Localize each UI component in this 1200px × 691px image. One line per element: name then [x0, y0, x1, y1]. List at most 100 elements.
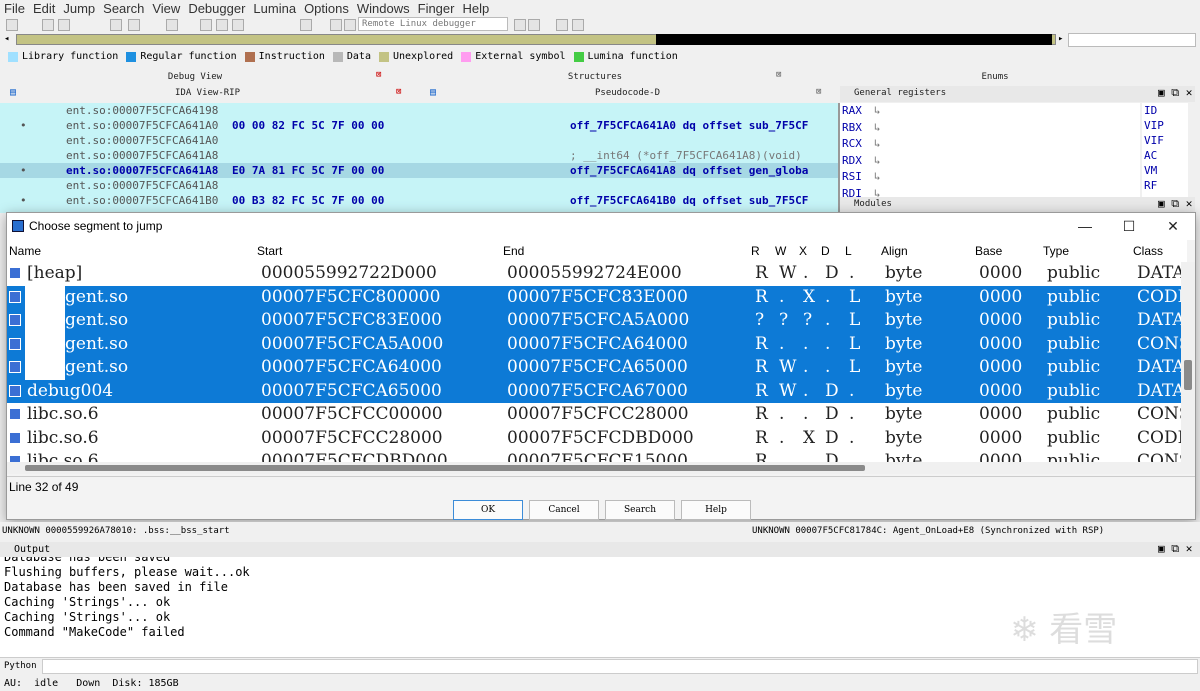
table-row[interactable]: [heap] 000055992722D000 000055992724E000 R W…: [7, 262, 1181, 286]
disasm-line[interactable]: ent.so:00007F5CFCA64198: [0, 103, 838, 118]
ok-button[interactable]: OK: [453, 500, 523, 520]
window-controls-icon[interactable]: ▣ ⧉ ✕: [1158, 197, 1192, 211]
menu-jump[interactable]: Jump: [59, 0, 99, 17]
close-button[interactable]: ✕: [1151, 213, 1195, 240]
nav-right-arrow[interactable]: ▸: [1058, 34, 1068, 45]
proximity-icon[interactable]: [216, 19, 228, 31]
registers-scrollbar[interactable]: [1188, 103, 1198, 198]
tab-debug-view[interactable]: Debug View: [0, 70, 390, 84]
column-header-r[interactable]: R: [751, 240, 760, 262]
disasm-line[interactable]: ent.so:00007F5CFCA641A8 ; __int64 (*off_7…: [0, 148, 838, 163]
cell-end: 00007F5CFCE15000: [507, 451, 688, 462]
menu-windows[interactable]: Windows: [353, 0, 414, 17]
horizontal-scrollbar[interactable]: [7, 462, 1181, 474]
column-header-l[interactable]: L: [845, 240, 852, 262]
register-jump-icon[interactable]: ↳: [874, 104, 881, 117]
column-header-base[interactable]: Base: [975, 240, 1002, 262]
column-header-w[interactable]: W: [775, 240, 786, 262]
search-button[interactable]: Search: [605, 500, 675, 520]
graph-icon[interactable]: [200, 19, 212, 31]
column-header-start[interactable]: Start: [257, 240, 282, 262]
cancel-button[interactable]: Cancel: [529, 500, 599, 520]
window-controls-icon[interactable]: ▣ ⧉ ✕: [1158, 86, 1192, 100]
column-header-align[interactable]: Align: [881, 240, 908, 262]
register-row[interactable]: RSI ↳: [840, 169, 1140, 186]
register-row[interactable]: RBX ↳: [840, 120, 1140, 137]
segment-table[interactable]: [heap] 000055992722D000 000055992724E000 R W…: [7, 262, 1181, 462]
menu-debugger[interactable]: Debugger: [184, 0, 249, 17]
disasm-line[interactable]: • ent.so:00007F5CFCA641A0 00 00 82 FC 5C 7…: [0, 118, 838, 133]
breakpoint-icon[interactable]: [556, 19, 568, 31]
menu-finger[interactable]: Finger: [414, 0, 459, 17]
menu-view[interactable]: View: [148, 0, 184, 17]
register-row[interactable]: RAX ↳: [840, 103, 1140, 120]
menu-file[interactable]: File: [0, 0, 29, 17]
tab-structures[interactable]: Structures: [400, 70, 790, 84]
table-row[interactable]: gent.so 00007F5CFC83E000 00007F5CFCA5A000?…: [7, 309, 1181, 333]
disasm-line[interactable]: • ent.so:00007F5CFCA641B0 00 B3 82 FC 5C 7…: [0, 193, 838, 208]
window-controls-icon[interactable]: ▣ ⧉ ✕: [1158, 542, 1192, 556]
tab-ida-view[interactable]: IDA View-RIP: [0, 86, 420, 103]
tab-pseudocode[interactable]: Pseudocode-D: [420, 86, 838, 103]
menu-edit[interactable]: Edit: [29, 0, 59, 17]
help-button[interactable]: Help: [681, 500, 751, 520]
function-icon[interactable]: [232, 19, 244, 31]
menu-help[interactable]: Help: [458, 0, 493, 17]
table-row[interactable]: libc.so.6 00007F5CFCC28000 00007F5CFCDBD00…: [7, 427, 1181, 451]
close-icon[interactable]: ⊠: [816, 87, 821, 97]
search-next-icon[interactable]: [128, 19, 140, 31]
register-jump-icon[interactable]: ↳: [874, 154, 881, 167]
nav-left-arrow[interactable]: ◂: [4, 34, 14, 45]
disasm-line[interactable]: ent.so:00007F5CFCA641A0: [0, 133, 838, 148]
menu-lumina[interactable]: Lumina: [249, 0, 300, 17]
register-row[interactable]: RCX ↳: [840, 136, 1140, 153]
nav-address-combo[interactable]: [1068, 33, 1196, 47]
column-header-d[interactable]: D: [821, 240, 830, 262]
disasm-operand: off_7F5CFCA641A8 dq offset gen_globa: [570, 164, 809, 177]
pause-icon[interactable]: [300, 19, 312, 31]
column-header-class[interactable]: Class: [1133, 240, 1163, 262]
table-row[interactable]: libc.so.6 00007F5CFCC00000 00007F5CFCC2800…: [7, 403, 1181, 427]
trace-icon[interactable]: [572, 19, 584, 31]
vertical-scrollbar[interactable]: [1181, 262, 1195, 474]
tab-enums[interactable]: Enums: [800, 70, 1190, 84]
register-jump-icon[interactable]: ↳: [874, 170, 881, 183]
table-row[interactable]: gent.so 00007F5CFCA5A000 00007F5CFCA64000 R…: [7, 332, 1181, 356]
column-header-name[interactable]: Name: [9, 240, 41, 262]
general-registers[interactable]: RAX ↳ RBX ↳ RCX ↳ RDX ↳ RSI ↳ RDI ↳: [840, 103, 1140, 200]
ida-view[interactable]: ent.so:00007F5CFCA64198 • ent.so:00007F5CF…: [0, 103, 838, 213]
back-icon[interactable]: [42, 19, 54, 31]
minimize-button[interactable]: —: [1063, 213, 1107, 240]
menu-options[interactable]: Options: [300, 0, 353, 17]
register-jump-icon[interactable]: ↳: [874, 137, 881, 150]
table-row[interactable]: debug004 00007F5CFCA65000 00007F5CFCA67000…: [7, 379, 1181, 403]
disasm-line[interactable]: ent.so:00007F5CFCA641A8: [0, 178, 838, 193]
scroll-thumb[interactable]: [25, 465, 865, 471]
close-icon[interactable]: ⊠: [376, 70, 381, 80]
register-row[interactable]: RDX ↳: [840, 153, 1140, 170]
close-icon[interactable]: ⊠: [396, 87, 401, 97]
maximize-button[interactable]: ☐: [1107, 213, 1151, 240]
column-header-end[interactable]: End: [503, 240, 524, 262]
python-input[interactable]: [42, 659, 1198, 674]
table-row[interactable]: gent.so 00007F5CFCA64000 00007F5CFCA65000 R…: [7, 356, 1181, 380]
debugger-options-icon[interactable]: [514, 19, 526, 31]
register-jump-icon[interactable]: ↳: [874, 121, 881, 134]
menu-search[interactable]: Search: [99, 0, 148, 17]
table-row[interactable]: libc.so.6 00007F5CFCDBD000 00007F5CFCE1500…: [7, 450, 1181, 462]
cell-name: libc.so.6: [27, 404, 99, 424]
attach-icon[interactable]: [528, 19, 540, 31]
close-icon[interactable]: ⊠: [776, 70, 781, 80]
stop-icon[interactable]: [344, 19, 356, 31]
scroll-thumb[interactable]: [1184, 360, 1192, 390]
disasm-line[interactable]: • ent.so:00007F5CFCA641A8 E0 7A 81 FC 5C 7…: [0, 163, 838, 178]
hex-icon[interactable]: [166, 19, 178, 31]
forward-icon[interactable]: [58, 19, 70, 31]
save-icon[interactable]: [6, 19, 18, 31]
column-header-x[interactable]: X: [799, 240, 807, 262]
column-header-type[interactable]: Type: [1043, 240, 1069, 262]
play-icon[interactable]: [330, 19, 342, 31]
debugger-select[interactable]: Remote Linux debugger: [358, 17, 508, 31]
table-row[interactable]: gent.so 00007F5CFC800000 00007F5CFC83E000 R…: [7, 285, 1181, 309]
search-icon[interactable]: [110, 19, 122, 31]
